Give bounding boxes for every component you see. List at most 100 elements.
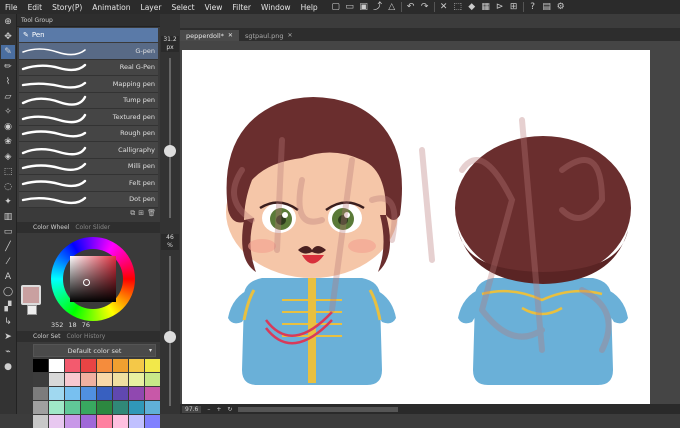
color-swatch[interactable] (129, 373, 144, 386)
color-swatch[interactable] (33, 415, 48, 428)
brush-item[interactable]: Felt pen (19, 175, 158, 192)
color-swatch-icon[interactable]: ● (1, 360, 15, 374)
tab-color-set[interactable]: Color Set (33, 333, 60, 340)
color-swatch[interactable] (49, 359, 64, 372)
zoom-value[interactable]: 97.6 (182, 405, 202, 413)
color-set-dropdown[interactable]: Default color set ▾ (33, 344, 156, 357)
frame-icon[interactable]: ▞ (1, 300, 15, 314)
rotate-icon[interactable]: ↻ (227, 406, 232, 413)
ruler-tool-icon[interactable]: ╱ (1, 240, 15, 254)
new-file-icon[interactable]: ▢ (331, 2, 341, 12)
open-file-icon[interactable]: ▭ (345, 2, 355, 12)
color-swatch[interactable] (129, 415, 144, 428)
zoom-out-icon[interactable]: – (207, 406, 210, 413)
color-swatch[interactable] (65, 359, 80, 372)
color-swatch[interactable] (65, 401, 80, 414)
color-swatch[interactable] (145, 415, 160, 428)
color-swatch[interactable] (65, 415, 80, 428)
menu-view[interactable]: View (200, 3, 228, 12)
decoration-icon[interactable]: ❀ (1, 135, 15, 149)
move-icon[interactable]: ✥ (1, 30, 15, 44)
color-swatch[interactable] (33, 359, 48, 372)
brush-item[interactable]: G-pen (19, 43, 158, 60)
transform-icon[interactable]: ⬚ (453, 2, 463, 12)
opacity-knob[interactable] (164, 331, 176, 343)
menu-help[interactable]: Help (296, 3, 323, 12)
color-swatch[interactable] (33, 401, 48, 414)
brush-item[interactable]: Tump pen (19, 92, 158, 109)
color-swatch[interactable] (145, 387, 160, 400)
color-swatch[interactable] (33, 387, 48, 400)
color-swatch[interactable] (81, 359, 96, 372)
color-swatch[interactable] (97, 373, 112, 386)
tab-pepperdoll[interactable]: pepperdoll* ✕ (180, 30, 239, 41)
close-icon[interactable]: ✕ (228, 32, 233, 39)
menu-select[interactable]: Select (166, 3, 199, 12)
color-swatch[interactable] (33, 373, 48, 386)
brush-item[interactable]: Dot pen (19, 191, 158, 208)
balloon-icon[interactable]: ◯ (1, 285, 15, 299)
color-swatch[interactable] (97, 387, 112, 400)
brush-item[interactable]: Mapping pen (19, 76, 158, 93)
brush-item[interactable]: Textured pen (19, 109, 158, 126)
color-swatch[interactable] (81, 401, 96, 414)
color-wheel[interactable] (51, 237, 135, 321)
menu-filter[interactable]: Filter (227, 3, 256, 12)
text-icon[interactable]: A (1, 270, 15, 284)
color-swatch[interactable] (145, 401, 160, 414)
delete-icon[interactable]: 🗑 (147, 209, 156, 217)
menu-window[interactable]: Window (256, 3, 296, 12)
menu-layer[interactable]: Layer (136, 3, 167, 12)
canvas-paper[interactable] (182, 50, 650, 405)
line-icon[interactable]: ⁄ (1, 255, 15, 269)
saturation-square[interactable] (70, 256, 116, 302)
blend-icon[interactable]: ◉ (1, 120, 15, 134)
color-swatch[interactable] (113, 373, 128, 386)
grid-icon[interactable]: ▦ (481, 2, 491, 12)
warning-icon[interactable]: △ (387, 2, 397, 12)
color-swatch[interactable] (49, 415, 64, 428)
color-swatch[interactable] (65, 373, 80, 386)
color-marker[interactable] (83, 279, 90, 286)
pencil-icon[interactable]: ✏ (1, 60, 15, 74)
color-swatch[interactable] (97, 401, 112, 414)
close-icon[interactable]: ✕ (287, 32, 292, 39)
color-swatch[interactable] (129, 401, 144, 414)
fill-bucket-icon[interactable]: ◈ (1, 150, 15, 164)
menu-file[interactable]: File (0, 3, 23, 12)
color-swatch[interactable] (113, 387, 128, 400)
menu-story[interactable]: Story(P) (47, 3, 87, 12)
brush-size-knob[interactable] (164, 144, 176, 157)
eyedropper-icon[interactable]: ⌁ (1, 345, 15, 359)
tab-color-history[interactable]: Color History (66, 333, 105, 340)
pen-group-header[interactable]: ✎ Pen (19, 28, 158, 42)
save-icon[interactable]: ▣ (359, 2, 369, 12)
color-swatch[interactable] (97, 415, 112, 428)
zoom-in-icon[interactable]: + (216, 406, 221, 413)
menu-edit[interactable]: Edit (23, 3, 48, 12)
lasso-icon[interactable]: ◌ (1, 180, 15, 194)
tool-group-tab[interactable]: Tool Group (17, 14, 160, 27)
brush-item[interactable]: Milli pen (19, 158, 158, 175)
color-swatch[interactable] (81, 415, 96, 428)
brush-item[interactable]: Real G-Pen (19, 59, 158, 76)
airbrush-icon[interactable]: ✧ (1, 105, 15, 119)
clear-icon[interactable]: ✕ (439, 2, 449, 12)
redo-icon[interactable]: ↷ (420, 2, 430, 12)
ruler-icon[interactable]: ⊞ (509, 2, 519, 12)
correct-line-icon[interactable]: ↳ (1, 315, 15, 329)
settings-icon[interactable]: ⚙ (556, 2, 566, 12)
color-swatch[interactable] (49, 401, 64, 414)
color-swatch[interactable] (129, 387, 144, 400)
figure-icon[interactable]: ▭ (1, 225, 15, 239)
color-swatch[interactable] (113, 415, 128, 428)
sub-color-swatch[interactable] (27, 305, 37, 315)
pen-icon[interactable]: ✎ (1, 45, 15, 59)
eraser-icon[interactable]: ▱ (1, 90, 15, 104)
fill-icon[interactable]: ◆ (467, 2, 477, 12)
layout-icon[interactable]: ▤ (542, 2, 552, 12)
color-swatch[interactable] (97, 359, 112, 372)
color-swatch[interactable] (81, 373, 96, 386)
export-icon[interactable]: ⤴ (373, 2, 383, 12)
undo-icon[interactable]: ↶ (406, 2, 416, 12)
